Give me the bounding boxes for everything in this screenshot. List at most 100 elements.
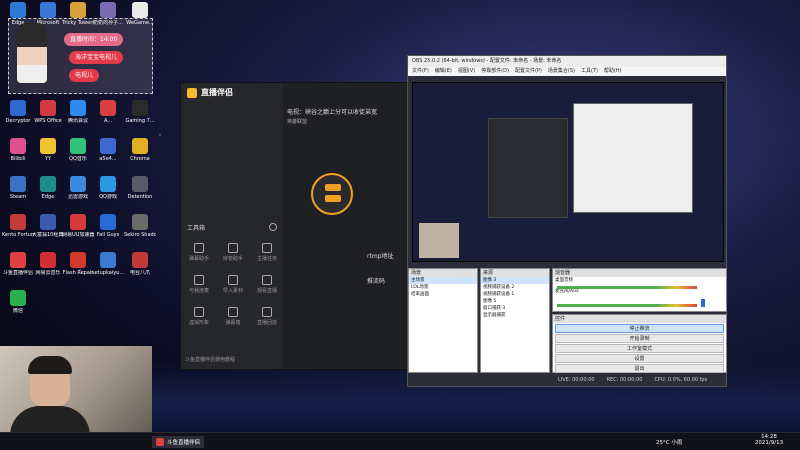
obs-menu-bar: 文件(F) 编辑(E) 视图(V) 停靠部件(D) 配置文件(P) 场景集合(S) 工具(T… [408,67,726,76]
tool-icon [228,275,238,285]
desktop-icon[interactable]: 微信 [2,290,34,314]
app-icon [40,2,56,18]
desktop-icon-label: a5e4... [99,156,117,162]
source-item[interactable]: 视频捕获设备 1 [481,291,549,298]
scenes-list: 主场景 LOL场景 结束画面 [409,277,477,298]
desktop-icon[interactable]: WPS Office [32,100,64,124]
mixer-desktop-audio: 桌面音频 [555,278,573,283]
app-brand: 直播伴侣 [201,88,233,97]
obs-menu-item[interactable]: 视图(V) [458,67,475,76]
source-item[interactable]: 图像 3 [481,277,549,284]
badge-primary: 海洋宝宝电视儿 [69,51,124,64]
volume-slider-handle[interactable] [701,299,705,307]
app-icon [132,176,148,192]
desktop-icon[interactable]: A... [92,100,124,124]
control-button[interactable]: 开始录制 [555,334,724,343]
control-button[interactable]: 设置 [555,354,724,363]
desktop-icon[interactable]: Chrome [124,138,156,162]
tool-button[interactable]: 弹幕墙 [221,307,245,326]
source-item[interactable]: 窗口捕获 3 [481,305,549,312]
tool-icon [262,275,272,285]
desktop-icon[interactable]: Decryptor [2,100,34,124]
tool-icon [262,307,272,317]
tool-label: 虚拟形象 [188,320,209,326]
tool-label: 直播回放 [256,320,277,326]
desktop-icon-label: 斗鱼直播伴侣 [2,270,33,276]
app-icon [132,252,148,268]
taskbar-app-douyu[interactable]: 斗鱼直播伴侣 [152,436,205,448]
obs-menu-item[interactable]: 场景集合(S) [548,67,575,76]
mic-audio-meter [557,304,697,307]
scene-item[interactable]: LOL场景 [409,284,477,291]
obs-menu-item[interactable]: 配置文件(P) [515,67,542,76]
obs-menu-item[interactable]: 帮助(H) [604,67,622,76]
bottom-tutorial-link[interactable]: 斗鱼直播伴侣使用教程 [185,356,235,363]
clock[interactable]: 14:28 2021/9/13 [754,434,784,446]
obs-menu-item[interactable]: 工具(T) [581,67,598,76]
desktop-icon-label: QQ游戏 [99,194,117,200]
app-icon [10,290,26,306]
scene-item[interactable]: 结束画面 [409,291,477,298]
badge-secondary: 电视儿 [69,69,100,82]
desktop-icon[interactable]: QQ游戏 [92,176,124,200]
desktop-icon[interactable]: Detention [124,176,156,200]
desktop-icon[interactable]: 网易UU加速器 [62,214,94,238]
desktop-icon[interactable]: 腾讯会议 [62,100,94,124]
tool-button[interactable]: 导入素材 [221,275,245,294]
tool-button[interactable]: 与我连麦 [187,275,211,294]
control-button[interactable]: 停止推流 [555,324,724,333]
app-icon [10,100,26,116]
avatar [17,23,47,83]
weather[interactable]: 25°C 小雨 [656,438,682,446]
desktop-icon[interactable]: Sekiro Shadow... [124,214,156,238]
preview-nested-app [488,118,568,218]
tool-button[interactable]: 主播任务 [255,243,279,262]
desktop-icon[interactable]: QQ音乐 [62,138,94,162]
desktop-icon[interactable]: 网易云音乐 [32,252,64,276]
app-icon [10,252,26,268]
desktop-icon[interactable]: a5e4... [92,138,124,162]
desktop-icon[interactable]: 电台八爪 [124,252,156,276]
desktop-icon[interactable]: Steam [2,176,34,200]
scene-item[interactable]: 主场景 [409,277,477,284]
tool-button[interactable]: 直播回放 [255,307,279,326]
app-icon [100,252,116,268]
control-button[interactable]: 退出 [555,364,724,373]
desktop-icon[interactable]: Gaming 7... [124,100,156,124]
desktop-icon[interactable]: 斗鱼直播伴侣 [2,252,34,276]
source-item[interactable]: 视频捕获设备 2 [481,284,549,291]
app-icon [70,176,86,192]
desktop-icon[interactable]: Kento Fortune [2,214,34,238]
sources-list: 图像 3 视频捕获设备 2 视频捕获设备 1 图像 5 窗口捕获 3 显示器捕获 [481,277,549,319]
tool-button[interactable]: 弹幕助手 [187,243,211,262]
taskbar: 斗鱼直播伴侣 25°C 小雨 14:28 2021/9/13 [0,432,800,450]
desktop-icon[interactable]: 大富翁10经典版 [32,214,64,238]
obs-menu-item[interactable]: 文件(F) [412,67,429,76]
mixer-panel: 混音器 桌面音频 麦克风/Aux [552,268,727,312]
tool-label: 导入素材 [222,288,243,294]
app-icon [70,2,86,18]
app-icon [40,252,56,268]
desktop-icon-label: Decryptor [5,118,31,124]
tools-settings-icon[interactable] [269,223,277,231]
tool-button[interactable]: 房管助手 [221,243,245,262]
desktop-icon[interactable]: 迅雷游戏 [62,176,94,200]
desktop-icon[interactable]: Edge [32,176,64,200]
app-icon [10,214,26,230]
app-icon [70,252,86,268]
desktop-icon[interactable]: YY [32,138,64,162]
preview-nested-window [573,103,693,213]
control-button[interactable]: 工作室模式 [555,344,724,353]
desktop-icon[interactable]: setupkaiyu... [92,252,124,276]
obs-menu-item[interactable]: 编辑(E) [435,67,452,76]
desktop-icon[interactable]: Bilibili [2,138,34,162]
obs-menu-item[interactable]: 停靠部件(D) [481,67,509,76]
desktop-icon[interactable]: Fall Guys [92,214,124,238]
mixer-mic-aux: 麦克风/Aux [555,289,579,294]
source-item[interactable]: 显示器捕获 [481,312,549,319]
tool-button[interactable]: 观看直播 [255,275,279,294]
tool-button[interactable]: 虚拟形象 [187,307,211,326]
desktop-icon[interactable]: Flash Repair [62,252,94,276]
tool-icon [262,243,272,253]
source-item[interactable]: 图像 5 [481,298,549,305]
